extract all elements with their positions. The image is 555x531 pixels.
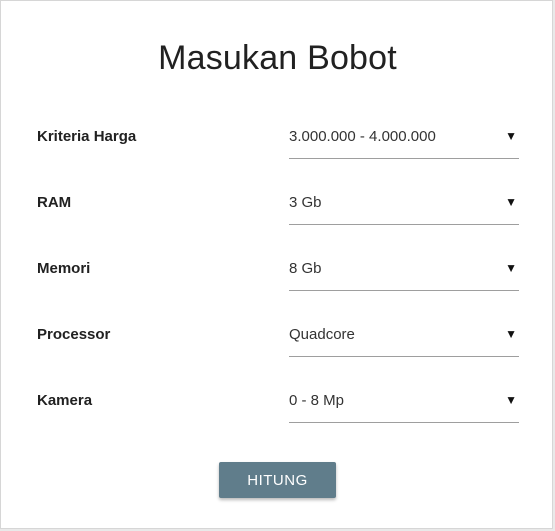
- triangle-down-icon: ▼: [505, 327, 517, 341]
- select-value: 3.000.000 - 4.000.000: [289, 128, 436, 145]
- triangle-down-icon: ▼: [505, 195, 517, 209]
- field-row-kriteria-harga: Kriteria Harga 3.000.000 - 4.000.000 ▼: [1, 128, 554, 178]
- triangle-down-icon: ▼: [505, 261, 517, 275]
- kriteria-harga-select[interactable]: 3.000.000 - 4.000.000 ▼: [289, 128, 519, 159]
- field-label: RAM: [37, 194, 72, 211]
- select-value: Quadcore: [289, 326, 355, 343]
- kamera-select[interactable]: 0 - 8 Mp ▼: [289, 392, 519, 423]
- triangle-down-icon: ▼: [505, 393, 517, 407]
- select-value: 0 - 8 Mp: [289, 392, 345, 409]
- processor-select[interactable]: Quadcore ▼: [289, 326, 519, 357]
- memori-select[interactable]: 8 Gb ▼: [289, 260, 519, 291]
- hitung-button[interactable]: HITUNG: [219, 462, 336, 498]
- field-label: Kriteria Harga: [37, 128, 137, 145]
- field-row-processor: Processor Quadcore ▼: [1, 326, 554, 376]
- field-label: Processor: [37, 326, 111, 343]
- ram-select[interactable]: 3 Gb ▼: [289, 194, 519, 225]
- select-value: 8 Gb: [289, 260, 322, 277]
- field-row-memori: Memori 8 Gb ▼: [1, 260, 554, 310]
- triangle-down-icon: ▼: [505, 129, 517, 143]
- field-row-kamera: Kamera 0 - 8 Mp ▼: [1, 392, 554, 442]
- page-title: Masukan Bobot: [158, 39, 397, 77]
- field-label: Memori: [37, 260, 91, 277]
- field-label: Kamera: [37, 392, 93, 409]
- form-card: Masukan Bobot Kriteria Harga 3.000.000 -…: [0, 0, 553, 529]
- select-value: 3 Gb: [289, 194, 322, 211]
- field-row-ram: RAM 3 Gb ▼: [1, 194, 554, 244]
